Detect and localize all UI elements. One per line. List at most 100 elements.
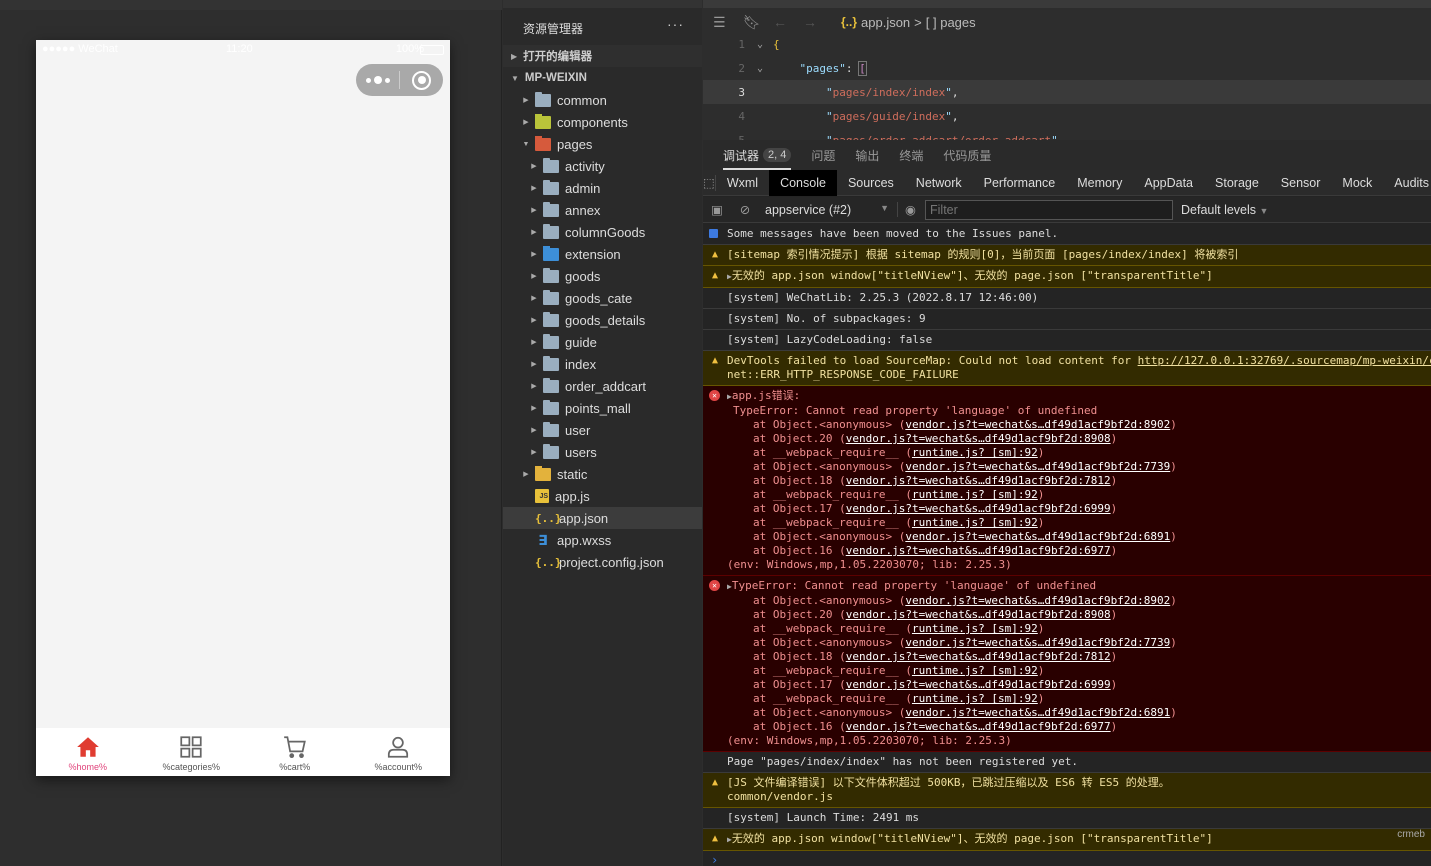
source-link[interactable]: runtime.js? [sm]:92 bbox=[912, 622, 1038, 635]
tab-cart[interactable]: %cart% bbox=[243, 728, 347, 776]
tree-item-common[interactable]: ▶ common bbox=[503, 89, 702, 111]
tree-item-goods-cate[interactable]: ▶ goods_cate bbox=[503, 287, 702, 309]
code-line[interactable]: 3 "pages/index/index", bbox=[703, 80, 1431, 104]
chevron-right-icon[interactable]: ▶ bbox=[529, 448, 539, 456]
panel-tab-0[interactable]: 调试器 2, 4 bbox=[723, 140, 792, 170]
code-line[interactable]: 4 "pages/guide/index", bbox=[703, 104, 1431, 128]
source-link[interactable]: vendor.js?t=wechat&s…df49d1acf9bf2d:7739 bbox=[905, 636, 1170, 649]
source-link[interactable]: vendor.js?t=wechat&s…df49d1acf9bf2d:6891 bbox=[905, 530, 1170, 543]
chevron-right-icon[interactable]: ▶ bbox=[529, 206, 539, 214]
devtools-tab-appdata[interactable]: AppData bbox=[1133, 170, 1204, 196]
more-icon[interactable] bbox=[356, 76, 399, 84]
project-section[interactable]: ▼ MP-WEIXIN bbox=[503, 67, 702, 89]
chevron-down-icon[interactable]: ▼ bbox=[521, 141, 531, 148]
filter-input[interactable] bbox=[925, 199, 1173, 220]
chevron-right-icon[interactable]: ▶ bbox=[521, 118, 531, 126]
code-line[interactable]: 1 ⌄{ bbox=[703, 32, 1431, 56]
more-actions-button[interactable]: ··· bbox=[667, 16, 684, 32]
chevron-right-icon[interactable]: ▶ bbox=[529, 294, 539, 302]
tree-item-app-json[interactable]: {..} app.json bbox=[503, 507, 702, 529]
close-miniprogram-icon[interactable] bbox=[412, 70, 431, 90]
chevron-right-icon[interactable]: ▶ bbox=[529, 250, 539, 258]
chevron-right-icon[interactable]: ▶ bbox=[529, 426, 539, 434]
tree-item-activity[interactable]: ▶ activity bbox=[503, 155, 702, 177]
clear-console-icon[interactable]: ⊘ bbox=[731, 202, 759, 217]
tree-item-components[interactable]: ▶ components bbox=[503, 111, 702, 133]
open-editors-section[interactable]: ▶ 打开的编辑器 bbox=[503, 45, 702, 67]
devtools-tab-audits[interactable]: Audits bbox=[1383, 170, 1431, 196]
tree-item-users[interactable]: ▶ users bbox=[503, 441, 702, 463]
tree-item-goods[interactable]: ▶ goods bbox=[503, 265, 702, 287]
panel-tab-1[interactable]: 问题 bbox=[811, 140, 835, 170]
panel-tab-2[interactable]: 输出 bbox=[855, 140, 879, 170]
tree-item-app-wxss[interactable]: ∃ app.wxss bbox=[503, 529, 702, 551]
forward-arrow-icon[interactable]: → bbox=[803, 14, 823, 30]
tab-categories[interactable]: %categories% bbox=[140, 728, 244, 776]
source-link[interactable]: vendor.js?t=wechat&s…df49d1acf9bf2d:7739 bbox=[905, 460, 1170, 473]
source-link[interactable]: runtime.js? [sm]:92 bbox=[912, 692, 1038, 705]
tree-item-index[interactable]: ▶ index bbox=[503, 353, 702, 375]
tab-home[interactable]: %home% bbox=[36, 728, 140, 776]
tab-account[interactable]: %account% bbox=[347, 728, 451, 776]
tree-item-static[interactable]: ▶ static bbox=[503, 463, 702, 485]
tree-item-extension[interactable]: ▶ extension bbox=[503, 243, 702, 265]
live-expression-eye-icon[interactable]: ◉ bbox=[897, 202, 923, 217]
devtools-tab-sources[interactable]: Sources bbox=[837, 170, 905, 196]
tree-item-pages[interactable]: ▼ pages bbox=[503, 133, 702, 155]
tree-item-project-config-json[interactable]: {..} project.config.json bbox=[503, 551, 702, 573]
chevron-right-icon[interactable]: ▶ bbox=[529, 162, 539, 170]
console-prompt[interactable]: › bbox=[703, 851, 1431, 866]
source-link[interactable]: vendor.js?t=wechat&s…df49d1acf9bf2d:6999 bbox=[846, 502, 1111, 515]
tree-item-user[interactable]: ▶ user bbox=[503, 419, 702, 441]
source-link[interactable]: vendor.js?t=wechat&s…df49d1acf9bf2d:6977 bbox=[846, 544, 1111, 557]
breadcrumb-node[interactable]: [ ] pages bbox=[926, 15, 976, 30]
source-link[interactable]: runtime.js? [sm]:92 bbox=[912, 446, 1038, 459]
fold-chevron-icon[interactable]: ⌄ bbox=[747, 63, 773, 74]
source-link[interactable]: vendor.js?t=wechat&s…df49d1acf9bf2d:6891 bbox=[905, 706, 1170, 719]
source-link[interactable]: vendor.js?t=wechat&s…df49d1acf9bf2d:7812 bbox=[846, 474, 1111, 487]
source-link[interactable]: vendor.js?t=wechat&s…df49d1acf9bf2d:8902 bbox=[905, 594, 1170, 607]
tree-item-goods-details[interactable]: ▶ goods_details bbox=[503, 309, 702, 331]
devtools-tab-performance[interactable]: Performance bbox=[973, 170, 1067, 196]
tree-item-annex[interactable]: ▶ annex bbox=[503, 199, 702, 221]
breadcrumb-file[interactable]: app.json bbox=[861, 15, 910, 30]
chevron-right-icon[interactable]: ▶ bbox=[529, 360, 539, 368]
chevron-right-icon[interactable]: ▶ bbox=[529, 404, 539, 412]
tree-item-guide[interactable]: ▶ guide bbox=[503, 331, 702, 353]
bookmark-icon[interactable]: 🔖︎ bbox=[743, 14, 763, 31]
sidebar-toggle-icon[interactable]: ▣ bbox=[703, 202, 731, 217]
tree-item-admin[interactable]: ▶ admin bbox=[503, 177, 702, 199]
devtools-tab-console[interactable]: Console bbox=[769, 169, 837, 196]
chevron-right-icon[interactable]: ▶ bbox=[529, 184, 539, 192]
panel-tab-3[interactable]: 终端 bbox=[899, 140, 923, 170]
tree-item-columnGoods[interactable]: ▶ columnGoods bbox=[503, 221, 702, 243]
chevron-right-icon[interactable]: ▶ bbox=[521, 470, 531, 478]
source-link[interactable]: vendor.js?t=wechat&s…df49d1acf9bf2d:6977 bbox=[846, 720, 1111, 733]
devtools-tab-mock[interactable]: Mock bbox=[1331, 170, 1383, 196]
source-link[interactable]: vendor.js?t=wechat&s…df49d1acf9bf2d:7812 bbox=[846, 650, 1111, 663]
tree-item-points-mall[interactable]: ▶ points_mall bbox=[503, 397, 702, 419]
log-levels-dropdown[interactable]: Default levels ▼ bbox=[1181, 203, 1268, 217]
source-link[interactable]: vendor.js?t=wechat&s…df49d1acf9bf2d:8908 bbox=[846, 608, 1111, 621]
devtools-tab-wxml[interactable]: Wxml bbox=[716, 170, 769, 196]
context-select[interactable]: appservice (#2) ▼ bbox=[759, 203, 897, 217]
source-link[interactable]: runtime.js? [sm]:92 bbox=[912, 488, 1038, 501]
chevron-right-icon[interactable]: ▶ bbox=[529, 316, 539, 324]
source-link[interactable]: runtime.js? [sm]:92 bbox=[912, 664, 1038, 677]
fold-chevron-icon[interactable]: ⌄ bbox=[747, 39, 773, 50]
chevron-right-icon[interactable]: ▶ bbox=[529, 228, 539, 236]
back-arrow-icon[interactable]: ← bbox=[773, 14, 793, 30]
source-link[interactable]: vendor.js?t=wechat&s…df49d1acf9bf2d:6999 bbox=[846, 678, 1111, 691]
chevron-right-icon[interactable]: ▶ bbox=[529, 338, 539, 346]
tree-item-app-js[interactable]: JS app.js bbox=[503, 485, 702, 507]
devtools-tab-memory[interactable]: Memory bbox=[1066, 170, 1133, 196]
outline-icon[interactable]: ☰ bbox=[713, 14, 733, 31]
chevron-right-icon[interactable]: ▶ bbox=[529, 382, 539, 390]
code-line[interactable]: 2 ⌄ "pages": [ bbox=[703, 56, 1431, 80]
source-link[interactable]: vendor.js?t=wechat&s…df49d1acf9bf2d:8908 bbox=[846, 432, 1111, 445]
panel-tab-4[interactable]: 代码质量 bbox=[943, 140, 991, 170]
chevron-right-icon[interactable]: ▶ bbox=[529, 272, 539, 280]
chevron-right-icon[interactable]: ▶ bbox=[521, 96, 531, 104]
tree-item-order-addcart[interactable]: ▶ order_addcart bbox=[503, 375, 702, 397]
devtools-tab-sensor[interactable]: Sensor bbox=[1270, 170, 1332, 196]
